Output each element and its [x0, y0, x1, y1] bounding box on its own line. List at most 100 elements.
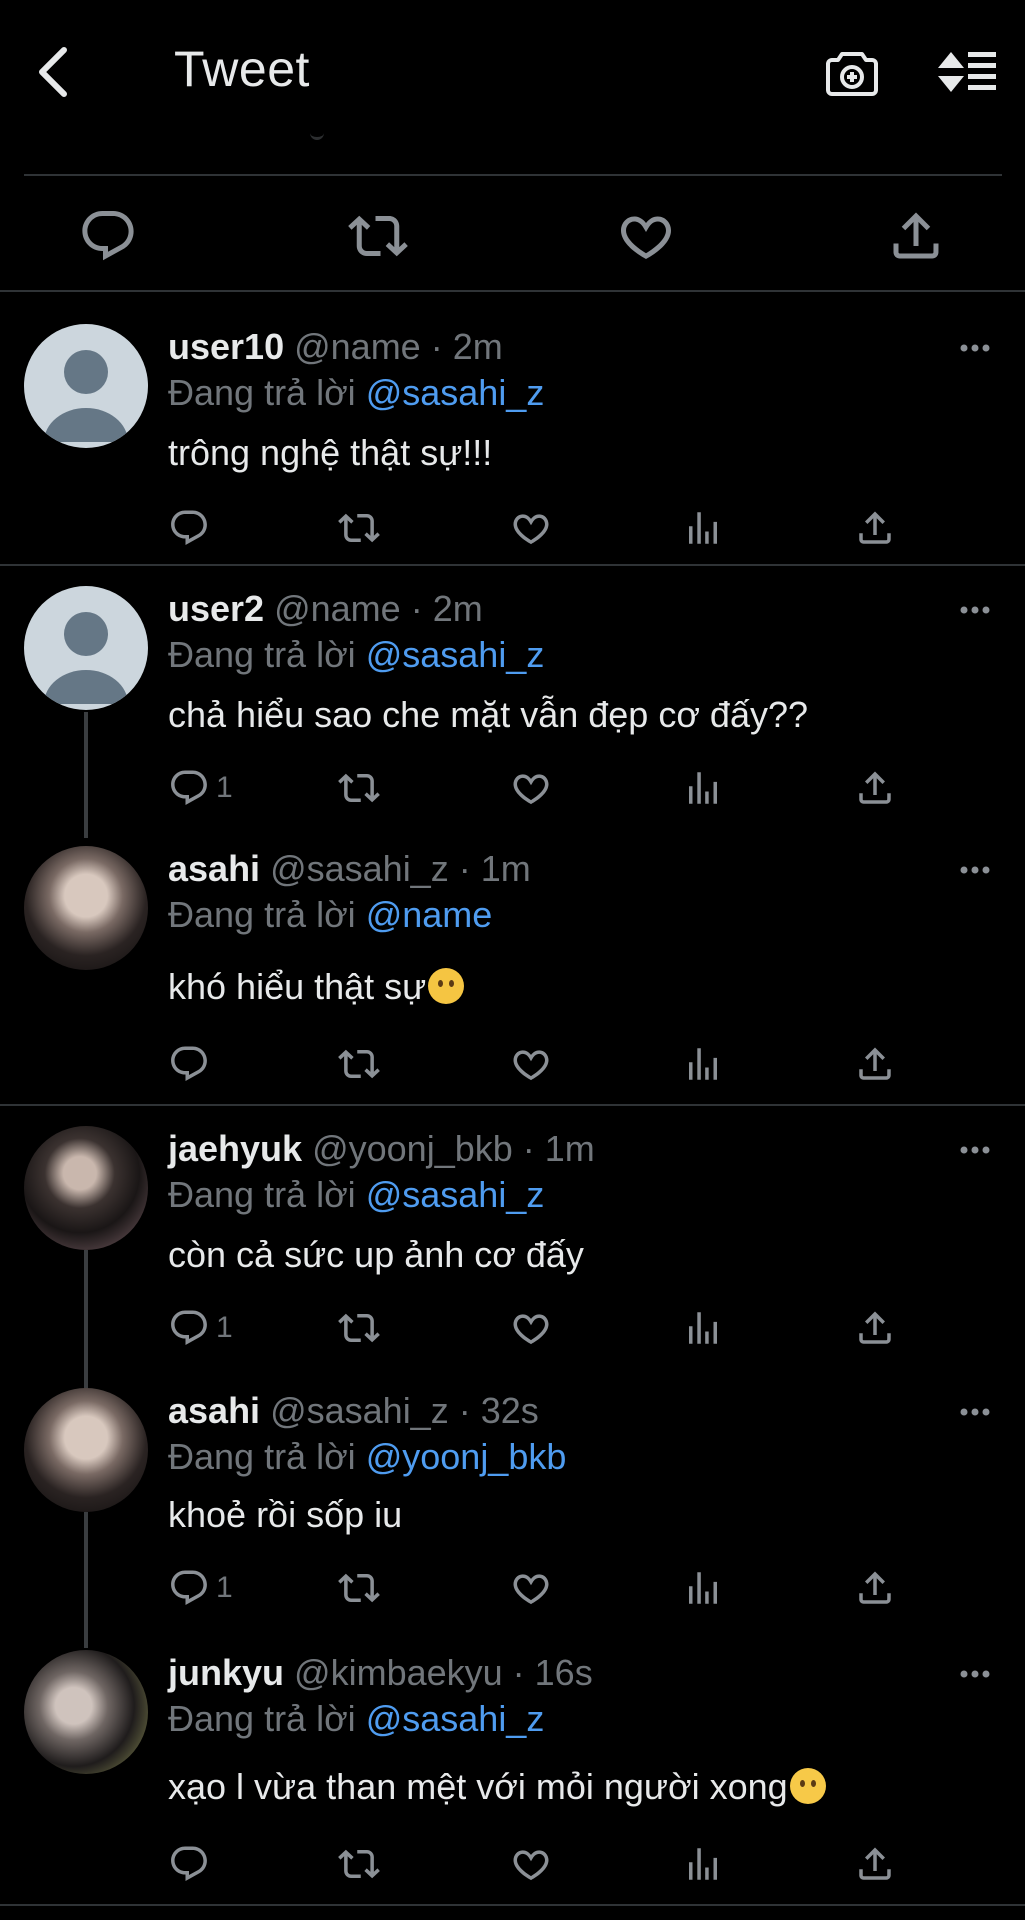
author-name[interactable]: user2 [168, 588, 264, 629]
reply-button[interactable]: 1 [168, 1566, 233, 1610]
share-icon[interactable] [854, 766, 896, 810]
reply-tweet[interactable]: user2 @name · 2m Đang trả lời @sasahi_z … [0, 566, 1025, 840]
author-handle: @sasahi_z [270, 1390, 449, 1431]
reply-tweet[interactable]: junkyu @kimbaekyu · 16s Đang trả lời @sa… [0, 1650, 1025, 1900]
reply-button[interactable]: 1 [168, 1306, 233, 1350]
more-icon[interactable] [960, 1146, 990, 1154]
avatar[interactable] [24, 846, 148, 970]
share-icon[interactable] [854, 1042, 896, 1086]
views-icon[interactable] [682, 506, 724, 550]
like-icon[interactable] [510, 1306, 552, 1350]
avatar[interactable] [24, 1388, 148, 1512]
views-icon[interactable] [682, 1842, 724, 1886]
sort-icon[interactable] [934, 44, 998, 100]
reply-icon[interactable] [168, 506, 210, 550]
avatar[interactable] [24, 586, 148, 710]
mention-link[interactable]: @sasahi_z [366, 634, 545, 675]
reply-count: 1 [216, 1571, 233, 1604]
like-icon[interactable] [616, 206, 676, 266]
author-name[interactable]: asahi [168, 1390, 260, 1431]
reply-icon[interactable] [168, 1842, 210, 1886]
replying-to: Đang trả lời @name [168, 894, 493, 935]
reply-icon [168, 1307, 210, 1349]
more-icon[interactable] [960, 866, 990, 874]
more-icon[interactable] [960, 344, 990, 352]
tweet-text: chả hiểu sao che mặt vẫn đẹp cơ đấy?? [168, 694, 809, 735]
views-icon[interactable] [682, 1566, 724, 1610]
timestamp: · 32s [458, 1390, 539, 1431]
author-handle: @name [274, 588, 401, 629]
avatar[interactable] [24, 1126, 148, 1250]
retweet-icon[interactable] [348, 206, 408, 266]
like-icon[interactable] [510, 1042, 552, 1086]
reply-tweet[interactable]: asahi @sasahi_z · 32s Đang trả lời @yoon… [0, 1388, 1025, 1650]
author-name[interactable]: jaehyuk [168, 1128, 302, 1169]
chevron-left-icon[interactable] [30, 44, 78, 100]
slightly-smiling-emoji [789, 1768, 826, 1804]
timestamp: · 16s [512, 1652, 593, 1693]
tweet-text: khó hiểu thật sự [168, 966, 427, 1007]
retweet-icon[interactable] [338, 766, 380, 810]
share-icon[interactable] [854, 1842, 896, 1886]
share-icon[interactable] [854, 1306, 896, 1350]
like-icon[interactable] [510, 766, 552, 810]
reply-icon[interactable] [78, 206, 138, 266]
reply-icon [168, 767, 210, 809]
reply-tweet[interactable]: jaehyuk @yoonj_bkb · 1m Đang trả lời @sa… [0, 1106, 1025, 1388]
replying-to: Đang trả lời @sasahi_z [168, 1174, 545, 1215]
retweet-icon[interactable] [338, 1042, 380, 1086]
replying-to: Đang trả lời @sasahi_z [168, 634, 545, 675]
timestamp: · 2m [410, 588, 483, 629]
more-icon[interactable] [960, 1670, 990, 1678]
reply-button[interactable]: 1 [168, 766, 233, 810]
views-icon[interactable] [682, 1306, 724, 1350]
timestamp: · 1m [458, 848, 531, 889]
share-icon[interactable] [854, 1566, 896, 1610]
top-bar: Tweet [0, 0, 1025, 150]
like-icon[interactable] [510, 1842, 552, 1886]
mention-link[interactable]: @yoonj_bkb [366, 1436, 567, 1477]
mention-link[interactable]: @name [366, 894, 493, 935]
author-handle: @sasahi_z [270, 848, 449, 889]
tweet-text: xạo l vừa than mệt với mỏi người xong [168, 1766, 788, 1807]
timestamp: · 1m [522, 1128, 595, 1169]
main-tweet-actions [0, 180, 1025, 292]
retweet-icon[interactable] [338, 506, 380, 550]
mention-link[interactable]: @sasahi_z [366, 372, 545, 413]
author-handle: @kimbaekyu [294, 1652, 503, 1693]
replying-to: Đang trả lời @sasahi_z [168, 372, 545, 413]
mention-link[interactable]: @sasahi_z [366, 1174, 545, 1215]
more-icon[interactable] [960, 606, 990, 614]
author-name[interactable]: user10 [168, 326, 284, 367]
avatar[interactable] [24, 1650, 148, 1774]
retweet-icon[interactable] [338, 1566, 380, 1610]
scroll-fade [310, 126, 324, 140]
camera-add-icon[interactable] [824, 44, 880, 100]
reply-icon[interactable] [168, 1042, 210, 1086]
tweet-actions: 1 [168, 1566, 908, 1610]
replying-to: Đang trả lời @sasahi_z [168, 1698, 545, 1739]
tweet-actions: 1 [168, 1306, 908, 1350]
tweet-text: khoẻ rồi sốp iu [168, 1494, 403, 1535]
share-icon[interactable] [886, 206, 946, 266]
like-icon[interactable] [510, 506, 552, 550]
author-name[interactable]: asahi [168, 848, 260, 889]
timestamp: · 2m [430, 326, 503, 367]
like-icon[interactable] [510, 1566, 552, 1610]
tweet-actions [168, 1842, 908, 1886]
retweet-icon[interactable] [338, 1306, 380, 1350]
more-icon[interactable] [960, 1408, 990, 1416]
share-icon[interactable] [854, 506, 896, 550]
views-icon[interactable] [682, 766, 724, 810]
reply-count: 1 [216, 1311, 233, 1344]
reply-tweet[interactable]: asahi @sasahi_z · 1m Đang trả lời @name … [0, 840, 1025, 1104]
retweet-icon[interactable] [338, 1842, 380, 1886]
author-name[interactable]: junkyu [168, 1652, 284, 1693]
reply-icon [168, 1567, 210, 1609]
page-title: Tweet [174, 41, 310, 97]
avatar[interactable] [24, 324, 148, 448]
mention-link[interactable]: @sasahi_z [366, 1698, 545, 1739]
author-handle: @name [294, 326, 421, 367]
reply-tweet[interactable]: user10 @name · 2m Đang trả lời @sasahi_z… [0, 292, 1025, 564]
views-icon[interactable] [682, 1042, 724, 1086]
